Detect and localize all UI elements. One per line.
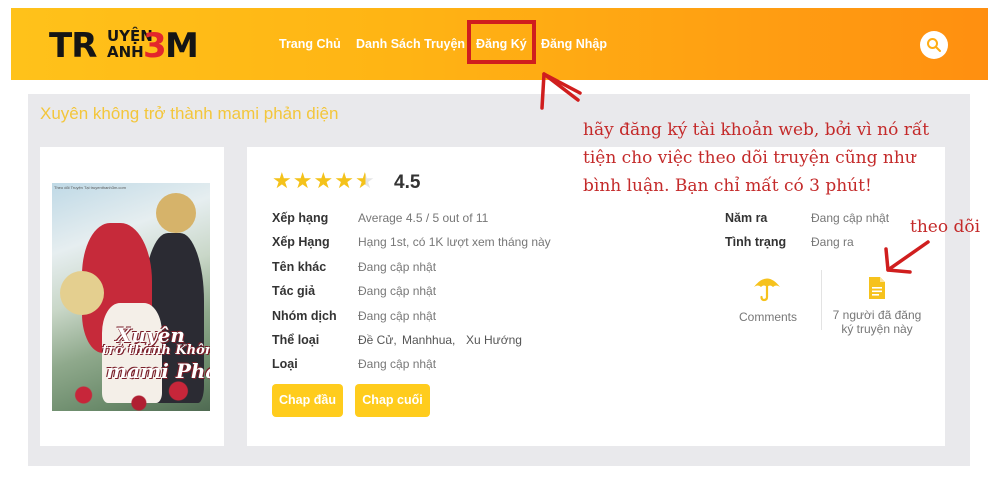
value-release-year: Đang cập nhật	[811, 211, 890, 225]
cover-credit: Theo dõi Truyện Tại truyenthanh3m.com	[54, 185, 126, 190]
rating-star[interactable]: ★	[293, 169, 314, 194]
umbrella-icon[interactable]	[752, 274, 782, 302]
value-translator: Đang cập nhật	[358, 309, 437, 323]
rating-star[interactable]: ★	[355, 169, 376, 194]
genre-link-de-cu[interactable]: Đề Cử,	[358, 332, 397, 348]
nav-story-list[interactable]: Danh Sách Truyện	[356, 35, 465, 53]
cover-figure-blonde	[156, 193, 196, 233]
label-author: Tác giả	[272, 284, 316, 298]
value-rank: Average 4.5 / 5 out of 11	[358, 211, 489, 225]
last-chapter-button[interactable]: Chap cuối	[355, 384, 430, 417]
value-author: Đang cập nhật	[358, 284, 437, 298]
logo-text-anh: ANH	[107, 43, 144, 61]
rating-value: 4.5	[394, 172, 421, 193]
label-type: Loại	[272, 357, 298, 371]
annotation-follow-note: theo dõi	[910, 217, 981, 237]
nav-home[interactable]: Trang Chủ	[279, 35, 341, 53]
logo-text-m: M	[165, 26, 199, 66]
document-icon[interactable]	[867, 276, 887, 300]
logo-text-3: 3	[143, 26, 167, 66]
followers-label: 7 người đã đăng ký truyện này	[832, 308, 922, 336]
nav-login[interactable]: Đăng Nhập	[541, 35, 607, 53]
label-translator: Nhóm dịch	[272, 309, 337, 323]
first-chapter-button[interactable]: Chap đầu	[272, 384, 343, 417]
search-button[interactable]	[920, 31, 948, 59]
stats-divider	[821, 270, 822, 330]
value-other-name: Đang cập nhật	[358, 260, 437, 274]
label-rank: Xếp hạng	[272, 211, 329, 225]
site-logo[interactable]: TR UYỆN ANH 3 M	[49, 26, 209, 66]
label-release-year: Năm ra	[725, 211, 768, 225]
cover-title-line3: mami Phản diện	[106, 359, 210, 383]
cover-title-line2: trở thành Không	[102, 343, 210, 358]
label-other-name: Tên khác	[272, 260, 327, 274]
rating-star[interactable]: ★	[272, 169, 293, 194]
label-genre: Thể loại	[272, 333, 320, 347]
label-rank-monthly: Xếp Hạng	[272, 235, 330, 249]
story-cover-image[interactable]: Theo dõi Truyện Tại truyenthanh3m.com Xu…	[52, 183, 210, 411]
site-header: TR UYỆN ANH 3 M Trang Chủ Danh Sách Truy…	[11, 8, 988, 80]
label-status: Tình trạng	[725, 235, 787, 249]
value-type: Đang cập nhật	[358, 357, 437, 371]
story-title: Xuyên không trở thành mami phản diện	[40, 104, 339, 123]
value-status: Đang ra	[811, 235, 854, 249]
rating-star[interactable]: ★	[334, 169, 355, 194]
value-rank-monthly: Hạng 1st, có 1K lượt xem tháng này	[358, 235, 551, 249]
rating-star[interactable]: ★	[313, 169, 334, 194]
cover-figure-boy	[60, 271, 104, 315]
genre-link-manhhua[interactable]: Manhhua,	[402, 332, 455, 348]
logo-text-tr: TR	[49, 26, 97, 66]
annotation-register-note: hãy đăng ký tài khoản web, bởi vì nó rất…	[583, 120, 930, 196]
register-highlight-box	[467, 20, 536, 64]
rating-stars[interactable]: ★★★★★	[272, 170, 376, 194]
comments-label[interactable]: Comments	[728, 310, 808, 324]
genre-link-xu-huong[interactable]: Xu Hướng	[466, 332, 522, 348]
search-icon	[927, 38, 941, 52]
